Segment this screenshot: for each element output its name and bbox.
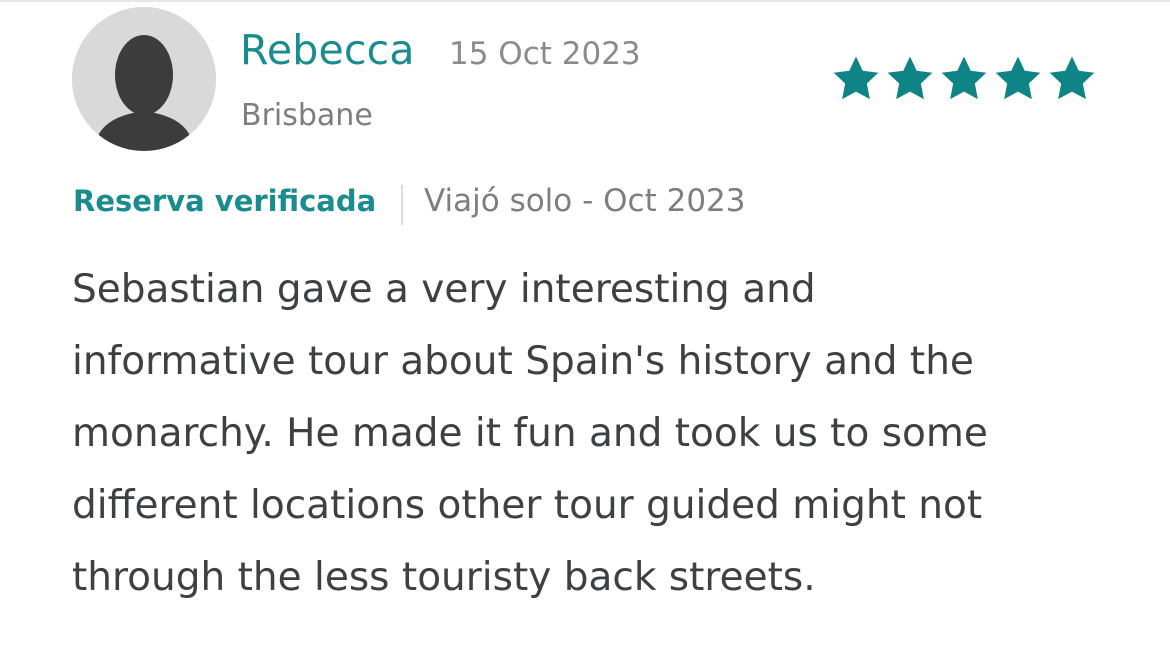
review-card: Rebecca 15 Oct 2023 Brisbane Reserva ver… — [0, 0, 1170, 654]
star-icon — [833, 56, 879, 100]
star-icon — [1049, 56, 1095, 100]
reviewer-location: Brisbane — [241, 98, 373, 133]
review-text-line: informative tour about Spain's history a… — [72, 339, 974, 384]
meta-divider — [401, 185, 403, 225]
review-text: Sebastian gave a very interesting and in… — [72, 254, 1082, 614]
star-icon — [995, 56, 1041, 100]
verified-booking-label: Reserva verificada — [73, 184, 377, 218]
star-icon — [941, 56, 987, 100]
review-text-line: Sebastian gave a very interesting and — [72, 267, 816, 312]
review-text-line: different locations other tour guided mi… — [72, 483, 983, 528]
reviewer-name: Rebecca — [240, 26, 415, 74]
review-date: 15 Oct 2023 — [449, 36, 641, 72]
star-rating — [830, 52, 1100, 108]
star-icon — [887, 56, 933, 100]
review-text-line: monarchy. He made it fun and took us to … — [72, 411, 988, 456]
user-silhouette-icon — [72, 7, 216, 151]
review-text-line: through the less touristy back streets. — [72, 555, 816, 600]
avatar — [72, 7, 216, 151]
trip-info: Viajó solo - Oct 2023 — [424, 183, 746, 219]
